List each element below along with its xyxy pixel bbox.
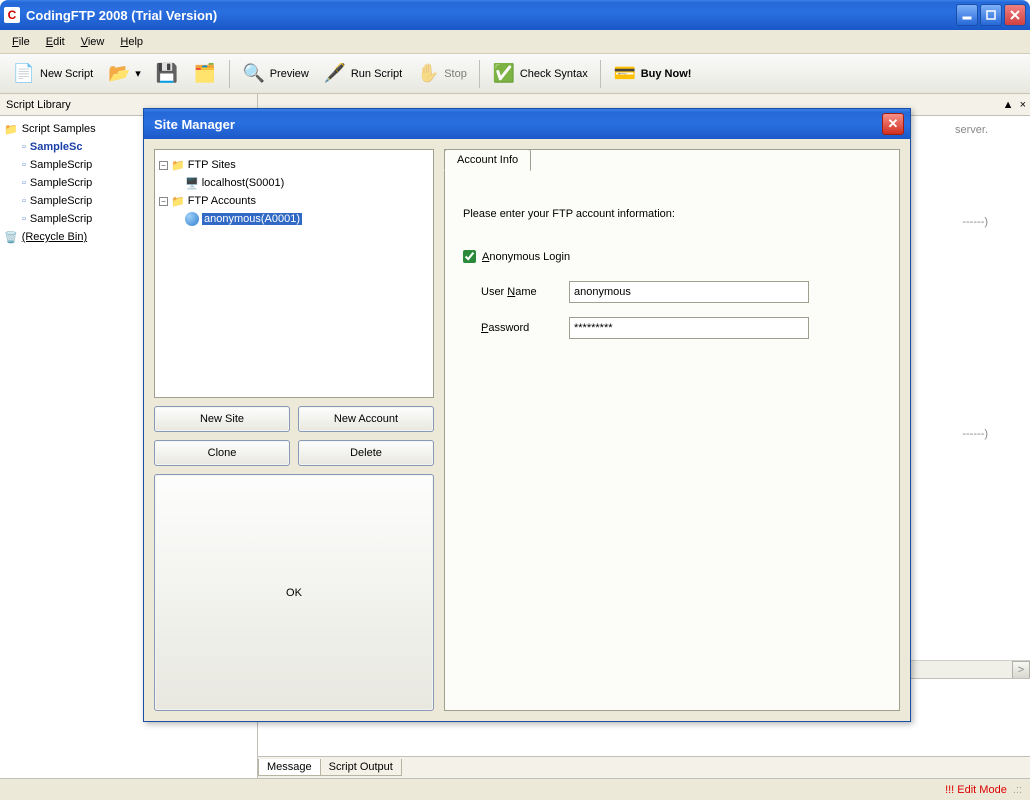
resize-grip-icon[interactable]: .:: <box>1013 784 1022 796</box>
clone-button[interactable]: Clone <box>154 440 290 466</box>
new-file-icon: 📄 <box>12 62 36 86</box>
file-icon: ▫ <box>22 141 26 153</box>
intro-text: Please enter your FTP account informatio… <box>463 208 881 220</box>
dialog-title: Site Manager <box>150 117 882 132</box>
tree-node-anonymous[interactable]: anonymous(A0001) <box>159 210 429 228</box>
tab-message[interactable]: Message <box>258 759 321 776</box>
statusbar: !!! Edit Mode .:: <box>0 778 1030 800</box>
tab-account-info[interactable]: Account Info <box>444 149 531 171</box>
dialog-titlebar[interactable]: Site Manager ✕ <box>144 109 910 139</box>
check-icon: ✅ <box>492 62 516 86</box>
delete-button[interactable]: Delete <box>298 440 434 466</box>
password-input[interactable] <box>569 317 809 339</box>
dialog-close-button[interactable]: ✕ <box>882 113 904 135</box>
file-icon: ▫ <box>22 159 26 171</box>
window-controls <box>956 4 1026 26</box>
tree-node-localhost[interactable]: 🖥️ localhost(S0001) <box>159 174 429 192</box>
toolbar: 📄 New Script 📂▾ 💾 🗂️ 🔍 Preview 🖋️ Run Sc… <box>0 54 1030 94</box>
trash-icon: 🗑️ <box>4 231 18 244</box>
check-syntax-button[interactable]: ✅ Check Syntax <box>486 58 594 90</box>
magnifier-icon: 🔍 <box>242 62 266 86</box>
main-titlebar: C CodingFTP 2008 (Trial Version) <box>0 0 1030 30</box>
file-icon: ▫ <box>22 177 26 189</box>
user-icon <box>185 212 199 226</box>
new-script-button[interactable]: 📄 New Script <box>6 58 99 90</box>
file-icon: ▫ <box>22 195 26 207</box>
new-site-button[interactable]: New Site <box>154 406 290 432</box>
wallet-icon: 💳 <box>613 62 637 86</box>
account-info-panel: Account Info Please enter your FTP accou… <box>444 149 900 711</box>
run-icon: 🖋️ <box>323 62 347 86</box>
tree-node-ftp-accounts[interactable]: − 📁 FTP Accounts <box>159 192 429 210</box>
status-edit-mode: !!! Edit Mode <box>945 784 1007 796</box>
password-row: Password <box>463 317 881 339</box>
open-folder-icon: 📂 <box>107 62 131 86</box>
menubar: File Edit View Help <box>0 30 1030 54</box>
anonymous-login-label: Anonymous Login <box>482 251 570 263</box>
save-all-button[interactable]: 🗂️ <box>187 58 223 90</box>
ok-button[interactable]: OK <box>154 474 434 711</box>
new-account-button[interactable]: New Account <box>298 406 434 432</box>
toolbar-separator <box>600 60 601 88</box>
sites-tree[interactable]: − 📁 FTP Sites 🖥️ localhost(S0001) − 📁 FT… <box>154 149 434 398</box>
minimize-button[interactable] <box>956 4 978 26</box>
dialog-left-pane: − 📁 FTP Sites 🖥️ localhost(S0001) − 📁 FT… <box>154 149 434 711</box>
stop-button[interactable]: ✋ Stop <box>410 58 473 90</box>
menu-edit[interactable]: Edit <box>38 33 73 51</box>
menu-view[interactable]: View <box>73 33 113 51</box>
tab-script-output[interactable]: Script Output <box>320 759 402 776</box>
maximize-button[interactable] <box>980 4 1002 26</box>
button-row: Clone Delete <box>154 440 434 466</box>
save-button[interactable]: 💾 <box>149 58 185 90</box>
password-label: Password <box>481 322 569 334</box>
scroll-right-button[interactable]: > <box>1012 661 1030 678</box>
button-row: New Site New Account <box>154 406 434 432</box>
window-title: CodingFTP 2008 (Trial Version) <box>26 8 956 23</box>
panel-close-icon[interactable]: × <box>1020 99 1026 111</box>
menu-file[interactable]: File <box>4 33 38 51</box>
username-row: User Name <box>463 281 881 303</box>
stop-icon: ✋ <box>416 62 440 86</box>
collapse-icon[interactable]: − <box>159 161 168 170</box>
folder-icon: 📁 <box>171 195 185 208</box>
preview-button[interactable]: 🔍 Preview <box>236 58 315 90</box>
username-label: User Name <box>481 286 569 298</box>
anonymous-login-row: Anonymous Login <box>463 250 881 263</box>
toolbar-separator <box>229 60 230 88</box>
folder-icon: 📁 <box>171 159 185 172</box>
folder-icon: 📁 <box>4 123 18 136</box>
file-icon: ▫ <box>22 213 26 225</box>
username-input[interactable] <box>569 281 809 303</box>
dialog-body: − 📁 FTP Sites 🖥️ localhost(S0001) − 📁 FT… <box>144 139 910 721</box>
collapse-icon[interactable]: − <box>159 197 168 206</box>
save-icon: 💾 <box>155 62 179 86</box>
dialog-right-pane: Account Info Please enter your FTP accou… <box>444 149 900 711</box>
menu-help[interactable]: Help <box>112 33 151 51</box>
output-tabs: Message Script Output <box>258 756 1030 778</box>
run-script-button[interactable]: 🖋️ Run Script <box>317 58 408 90</box>
panel-collapse-icon[interactable]: ▲ <box>1003 99 1014 111</box>
app-icon: C <box>4 7 20 23</box>
buy-now-button[interactable]: 💳 Buy Now! <box>607 58 698 90</box>
close-button[interactable] <box>1004 4 1026 26</box>
server-icon: 🖥️ <box>185 177 199 190</box>
tree-node-ftp-sites[interactable]: − 📁 FTP Sites <box>159 156 429 174</box>
site-manager-dialog: Site Manager ✕ − 📁 FTP Sites 🖥️ localhos… <box>143 108 911 722</box>
open-button[interactable]: 📂▾ <box>101 58 147 90</box>
toolbar-separator <box>479 60 480 88</box>
save-all-icon: 🗂️ <box>193 62 217 86</box>
anonymous-login-checkbox[interactable] <box>463 250 476 263</box>
